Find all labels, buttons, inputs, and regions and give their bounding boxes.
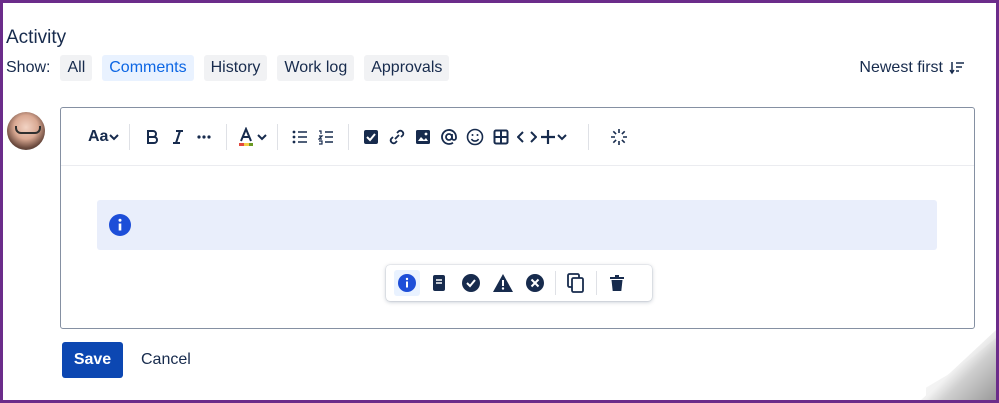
info-icon bbox=[109, 214, 131, 236]
comment-editor[interactable]: Aa bbox=[60, 107, 975, 329]
bullet-list-button[interactable] bbox=[287, 122, 313, 152]
toolbar-divider bbox=[588, 123, 590, 150]
text-style-button[interactable]: Aa bbox=[88, 122, 120, 152]
info-panel[interactable] bbox=[97, 200, 937, 250]
table-button[interactable] bbox=[488, 122, 514, 152]
activity-title: Activity bbox=[6, 27, 67, 48]
chevron-down-icon bbox=[557, 133, 568, 140]
mention-icon bbox=[441, 128, 458, 145]
filter-all[interactable]: All bbox=[60, 55, 93, 81]
toolbar-divider bbox=[348, 123, 350, 150]
filter-approvals[interactable]: Approvals bbox=[364, 55, 450, 81]
copy-icon bbox=[567, 273, 584, 293]
note-icon bbox=[433, 275, 445, 291]
info-icon bbox=[398, 274, 416, 292]
ai-button[interactable] bbox=[606, 122, 632, 152]
mention-button[interactable] bbox=[436, 122, 462, 152]
table-icon bbox=[493, 129, 509, 144]
filter-work-log[interactable]: Work log bbox=[277, 55, 355, 81]
panel-type-error-button[interactable] bbox=[522, 270, 548, 296]
numbered-list-button[interactable] bbox=[313, 122, 339, 152]
cancel-button[interactable]: Cancel bbox=[134, 342, 198, 378]
italic-icon bbox=[173, 129, 184, 144]
delete-icon bbox=[610, 275, 624, 291]
emoji-button[interactable] bbox=[462, 122, 488, 152]
text-color-button[interactable] bbox=[236, 122, 268, 152]
more-formatting-button[interactable] bbox=[191, 122, 217, 152]
filter-comments[interactable]: Comments bbox=[102, 55, 194, 81]
more-formatting-icon bbox=[197, 134, 212, 139]
insert-plus-icon bbox=[541, 129, 556, 144]
panel-type-success-button[interactable] bbox=[458, 270, 484, 296]
save-button[interactable]: Save bbox=[62, 342, 123, 378]
panel-type-note-button[interactable] bbox=[426, 270, 452, 296]
chevron-down-icon bbox=[109, 133, 120, 140]
success-icon bbox=[462, 274, 480, 292]
code-button[interactable] bbox=[514, 122, 540, 152]
toolbar-divider bbox=[226, 123, 228, 150]
panel-floating-toolbar bbox=[386, 265, 652, 301]
panel-type-warning-button[interactable] bbox=[490, 270, 516, 296]
bold-icon bbox=[147, 129, 159, 144]
error-icon bbox=[526, 274, 544, 292]
action-item-button[interactable] bbox=[358, 122, 384, 152]
toolbar-divider bbox=[277, 123, 279, 150]
numbered-list-icon bbox=[318, 129, 334, 145]
toolbar-divider bbox=[129, 123, 131, 150]
insert-button[interactable] bbox=[540, 122, 568, 152]
warning-icon bbox=[493, 274, 513, 292]
copy-panel-button[interactable] bbox=[563, 270, 589, 296]
text-color-icon bbox=[239, 126, 254, 146]
activity-filter-row: Show: All Comments History Work log Appr… bbox=[6, 53, 459, 83]
floating-toolbar-divider bbox=[596, 271, 597, 295]
user-avatar bbox=[7, 112, 45, 150]
floating-toolbar-divider bbox=[555, 271, 556, 295]
filter-history[interactable]: History bbox=[203, 55, 268, 81]
sort-order-label: Newest first bbox=[859, 59, 943, 76]
activity-frame: Activity Show: All Comments History Work… bbox=[3, 3, 996, 400]
delete-panel-button[interactable] bbox=[604, 270, 630, 296]
checkbox-icon bbox=[364, 129, 379, 144]
sort-descending-icon bbox=[949, 62, 964, 75]
text-style-label: Aa bbox=[88, 127, 109, 145]
avatar-glasses bbox=[15, 126, 41, 134]
page-curl bbox=[926, 338, 996, 400]
code-icon bbox=[517, 130, 538, 143]
image-button[interactable] bbox=[410, 122, 436, 152]
bullet-list-icon bbox=[293, 130, 308, 143]
ai-sparkle-icon bbox=[611, 128, 628, 145]
chevron-down-icon bbox=[257, 133, 268, 140]
link-button[interactable] bbox=[384, 122, 410, 152]
panel-type-info-button[interactable] bbox=[394, 270, 420, 296]
link-icon bbox=[390, 129, 405, 144]
italic-button[interactable] bbox=[165, 122, 191, 152]
image-icon bbox=[416, 129, 431, 144]
bold-button[interactable] bbox=[139, 122, 165, 152]
editor-toolbar: Aa bbox=[61, 108, 974, 166]
sort-order-button[interactable]: Newest first bbox=[859, 59, 965, 77]
emoji-icon bbox=[467, 128, 484, 145]
show-label: Show: bbox=[6, 59, 51, 76]
